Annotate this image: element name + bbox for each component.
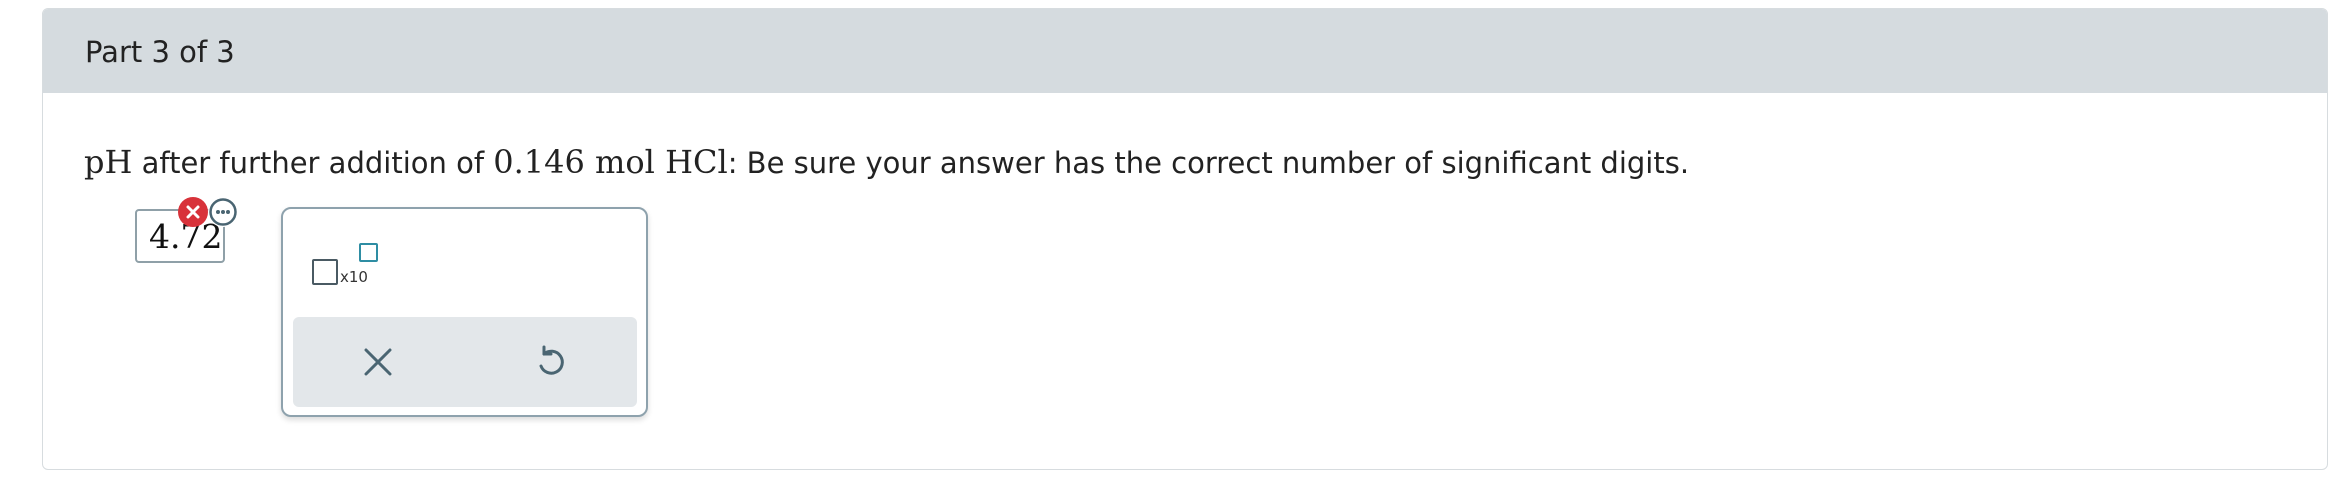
undo-icon xyxy=(539,345,564,375)
times-ten-label: x10 xyxy=(340,268,368,286)
base-box-icon xyxy=(312,259,338,285)
math-palette: x10 xyxy=(281,207,648,417)
part-title: Part 3 of 3 xyxy=(85,35,235,69)
close-icon xyxy=(364,348,392,376)
amount-value: 0.146 xyxy=(493,143,585,181)
exponent-box-icon xyxy=(359,243,378,262)
ellipsis-icon[interactable] xyxy=(208,197,238,227)
chemical-formula: HCl xyxy=(665,143,728,181)
question-text: pH after further addition of 0.146 mol H… xyxy=(84,143,1689,181)
card-header: Part 3 of 3 xyxy=(43,9,2327,93)
clear-button[interactable] xyxy=(350,334,406,390)
quantity-symbol: pH xyxy=(84,143,133,181)
palette-action-bar xyxy=(293,317,637,407)
question-prefix: after further addition of xyxy=(132,146,494,180)
scientific-notation-button[interactable]: x10 xyxy=(312,239,392,289)
question-suffix: : Be sure your answer has the correct nu… xyxy=(727,146,1690,180)
undo-button[interactable] xyxy=(523,334,579,390)
amount-unit: mol xyxy=(595,143,655,181)
x-circle-icon xyxy=(178,197,208,227)
